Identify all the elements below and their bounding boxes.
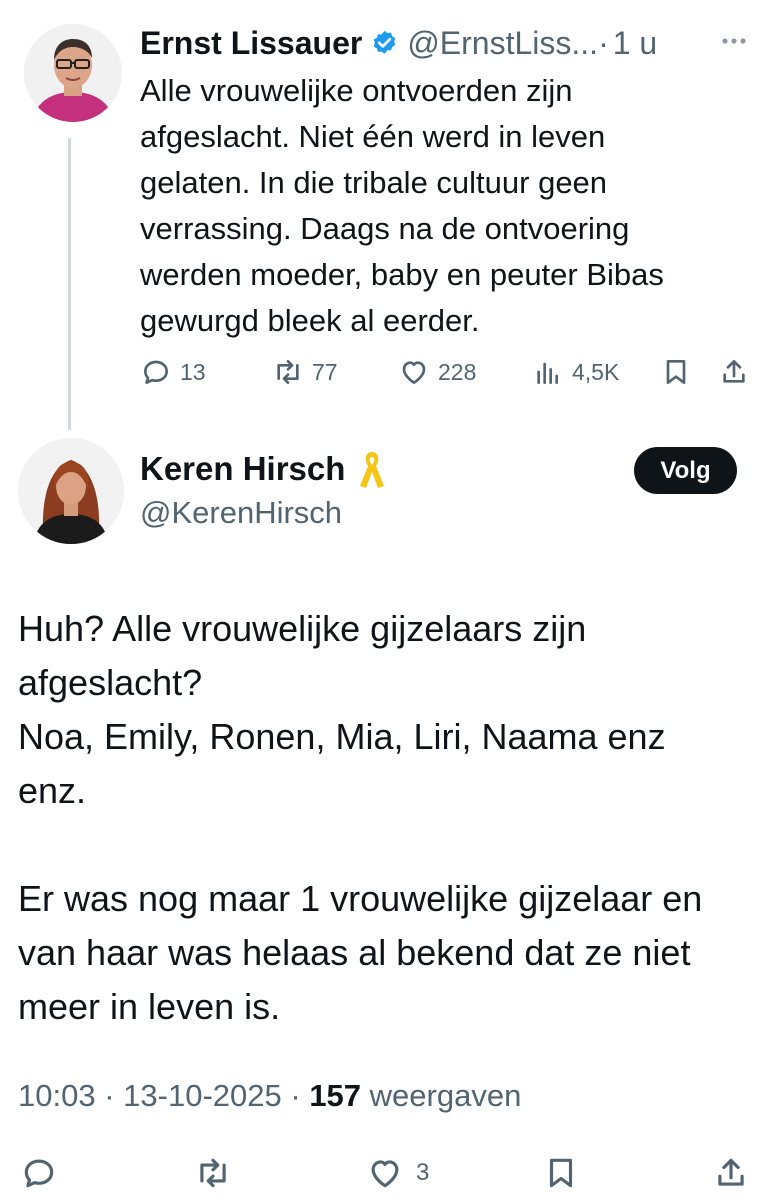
reply-icon	[144, 360, 168, 384]
parent-tweet-actions: 13 77 228 4,5K	[140, 350, 760, 394]
views-button[interactable]: 4,5K	[532, 350, 619, 394]
repost-count: 77	[312, 358, 338, 385]
author-name[interactable]: Ernst Lissauer	[140, 25, 362, 62]
reply-count: 13	[180, 358, 206, 385]
parent-tweet-text: Alle vrouwelijke ontvoerden zijn afgesla…	[140, 73, 664, 338]
reply-icon	[24, 1159, 54, 1188]
tweet-date[interactable]: 13-10-2025	[123, 1078, 282, 1113]
like-count: 3	[416, 1159, 430, 1186]
author-handle[interactable]: @ErnstLiss...	[407, 25, 598, 62]
bookmark-icon	[666, 360, 686, 384]
verified-badge-icon	[370, 29, 399, 58]
more-options-icon[interactable]	[716, 28, 752, 54]
repost-button[interactable]: 77	[272, 350, 338, 394]
like-count: 228	[438, 358, 477, 385]
bookmark-icon	[549, 1158, 573, 1188]
views-count: 157	[309, 1078, 362, 1113]
meta-separator: ·	[290, 1078, 301, 1113]
main-tweet-text: Huh? Alle vrouwelijke gijzelaars zijn af…	[18, 608, 703, 1027]
tweet-meta: 10:03 · 13-10-2025 · 157 weergaven	[18, 1078, 521, 1114]
bookmark-button[interactable]	[542, 1148, 580, 1198]
like-icon	[402, 361, 426, 384]
main-tweet-actions: 3	[0, 1148, 771, 1198]
main-author-row: Keren Hirsch	[140, 448, 387, 490]
thread-connector-line	[68, 138, 71, 430]
reply-button[interactable]: 13	[140, 350, 206, 394]
repost-icon	[200, 1158, 226, 1188]
share-button[interactable]	[712, 1148, 750, 1198]
reply-button[interactable]	[20, 1148, 58, 1198]
avatar-image	[18, 438, 124, 544]
like-icon	[371, 1160, 399, 1188]
like-button[interactable]: 228	[398, 350, 476, 394]
views-label: weergaven	[369, 1078, 522, 1113]
views-icon	[537, 362, 558, 384]
follow-button[interactable]: Volg	[634, 447, 737, 494]
avatar-image	[24, 24, 122, 122]
avatar-keren-hirsch[interactable]	[18, 438, 124, 544]
bookmark-button[interactable]	[660, 350, 692, 394]
time-separator: ·	[598, 24, 609, 61]
repost-icon	[277, 360, 299, 384]
parent-tweet-header: Ernst Lissauer @ErnstLiss... · 1 u	[140, 22, 657, 64]
meta-separator: ·	[104, 1078, 115, 1113]
share-icon	[718, 1158, 744, 1186]
author-name[interactable]: Keren Hirsch	[140, 450, 345, 488]
yellow-ribbon-icon	[360, 452, 385, 488]
views-count: 4,5K	[572, 358, 620, 385]
like-button[interactable]: 3	[366, 1148, 429, 1198]
tweet-time[interactable]: 10:03	[18, 1078, 96, 1113]
repost-button[interactable]	[194, 1148, 232, 1198]
author-handle[interactable]: @KerenHirsch	[140, 495, 342, 531]
share-icon	[723, 360, 745, 383]
share-button[interactable]	[718, 350, 750, 394]
avatar-ernst-lissauer[interactable]	[24, 24, 122, 122]
tweet-time[interactable]: 1 u	[613, 25, 657, 62]
